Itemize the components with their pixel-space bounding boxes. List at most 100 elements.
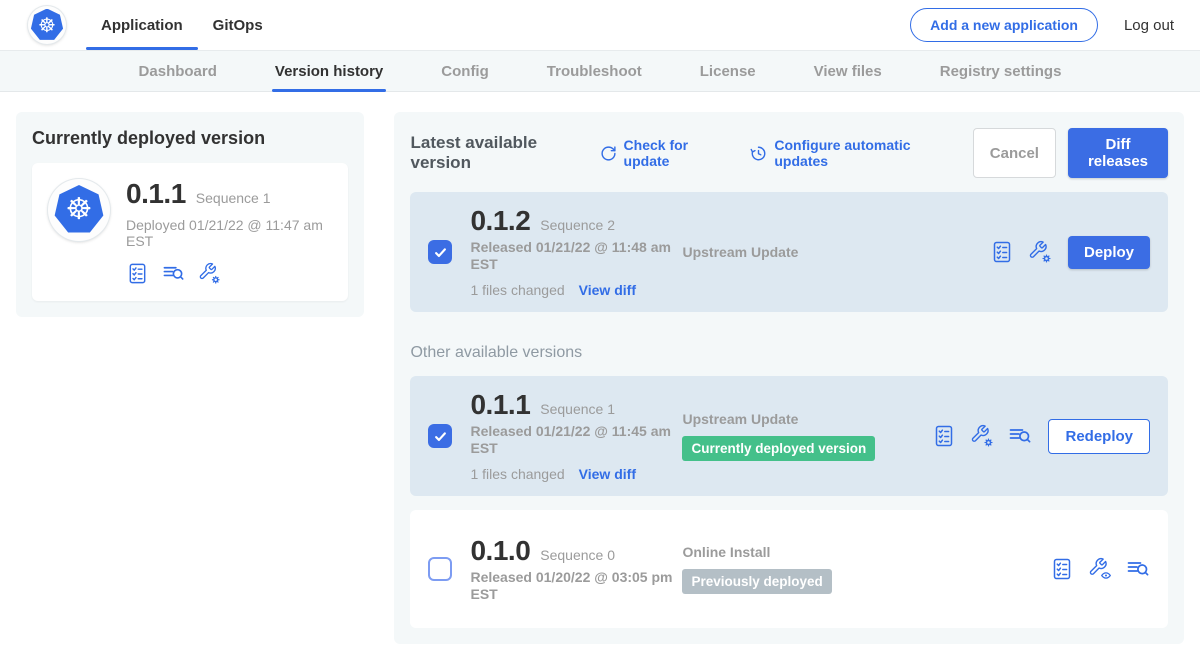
tab-dashboard-label: Dashboard [139,63,217,80]
tab-registry-settings-label: Registry settings [940,63,1062,80]
config-gear-icon[interactable] [198,262,221,285]
preflight-checks-icon[interactable] [1050,557,1074,581]
version-row: 0.1.2 Sequence 2 Released 01/21/22 @ 11:… [410,192,1168,312]
config-gear-icon[interactable] [970,424,994,448]
source-label: Upstream Update [682,244,932,260]
config-gear-icon[interactable] [1028,240,1052,264]
version-actions [990,240,1052,264]
main-content: Currently deployed version ☸ 0.1.1 Seque… [0,92,1200,664]
tab-troubleshoot[interactable]: Troubleshoot [544,51,645,91]
tab-application[interactable]: Application [86,0,198,50]
app-logo: ☸ [28,6,66,44]
view-diff-link[interactable]: View diff [579,282,636,298]
version-select-checkbox[interactable] [428,557,452,581]
tab-license-label: License [700,63,756,80]
version-source: Upstream Update [682,244,932,260]
released-timestamp: Released 01/20/22 @ 03:05 pm EST [470,569,682,603]
top-nav-tabs: Application GitOps [86,0,278,50]
other-versions-title: Other available versions [410,344,1168,362]
config-view-icon[interactable] [1088,557,1112,581]
sequence-label: Sequence 0 [540,547,615,563]
kubernetes-heptagon: ☸ [31,9,64,42]
currently-deployed-badge: Currently deployed version [682,436,875,461]
tab-gitops-label: GitOps [213,17,263,34]
tab-license[interactable]: License [697,51,759,91]
released-timestamp: Released 01/21/22 @ 11:45 am EST [470,423,682,457]
version-info: 0.1.2 Sequence 2 Released 01/21/22 @ 11:… [470,206,682,298]
version-select-checkbox[interactable] [428,424,452,448]
tab-config-label: Config [441,63,488,80]
preflight-checks-icon[interactable] [932,424,956,448]
tab-config[interactable]: Config [438,51,491,91]
refresh-icon [600,145,617,162]
version-info: 0.1.1 Sequence 1 Released 01/21/22 @ 11:… [470,390,682,482]
tab-application-label: Application [101,17,183,34]
version-number: 0.1.0 [470,536,530,566]
preflight-checks-icon[interactable] [990,240,1014,264]
configure-updates-label: Configure automatic updates [774,137,946,169]
deploy-logs-icon[interactable] [162,262,185,285]
tab-registry-settings[interactable]: Registry settings [937,51,1065,91]
latest-version-header: Latest available version Check for updat… [410,128,1168,178]
source-label: Upstream Update [682,411,932,427]
version-number: 0.1.2 [470,206,530,236]
check-for-update-label: Check for update [624,137,725,169]
source-label: Online Install [682,544,932,560]
version-source: Online Install Previously deployed [682,544,932,594]
previously-deployed-badge: Previously deployed [682,569,831,594]
deployed-version-card: ☸ 0.1.1 Sequence 1 Deployed 01/21/22 @ 1… [32,163,348,301]
app-sub-nav: Dashboard Version history Config Trouble… [0,50,1200,92]
deploy-logs-icon[interactable] [1008,424,1032,448]
kubernetes-heptagon: ☸ [54,185,104,235]
kubernetes-helm-wheel-icon: ☸ [66,195,93,225]
deployed-timestamp: Deployed 01/21/22 @ 11:47 am EST [126,217,332,249]
configure-automatic-updates-link[interactable]: Configure automatic updates [750,137,946,169]
version-info: 0.1.0 Sequence 0 Released 01/20/22 @ 03:… [470,536,682,603]
version-actions [932,424,1032,448]
deployed-sequence-label: Sequence 1 [196,190,271,206]
deploy-button[interactable]: Deploy [1068,236,1150,269]
logout-link[interactable]: Log out [1124,17,1174,34]
deployed-version-info: 0.1.1 Sequence 1 Deployed 01/21/22 @ 11:… [126,179,332,285]
tab-view-files[interactable]: View files [811,51,885,91]
tab-version-history-label: Version history [275,63,383,80]
files-changed-label: 1 files changed [470,466,564,482]
sequence-label: Sequence 1 [540,401,615,417]
released-timestamp: Released 01/21/22 @ 11:48 am EST [470,239,682,273]
version-row: 0.1.1 Sequence 1 Released 01/21/22 @ 11:… [410,376,1168,496]
tab-gitops[interactable]: GitOps [198,0,278,50]
app-icon: ☸ [48,179,110,241]
view-diff-link[interactable]: View diff [579,466,636,482]
files-changed-label: 1 files changed [470,282,564,298]
currently-deployed-panel: Currently deployed version ☸ 0.1.1 Seque… [16,112,364,317]
diff-releases-button[interactable]: Diff releases [1068,128,1168,178]
deployed-version-actions [126,262,332,285]
version-select-checkbox[interactable] [428,240,452,264]
redeploy-button[interactable]: Redeploy [1048,419,1150,454]
version-source: Upstream Update Currently deployed versi… [682,411,932,461]
top-nav: ☸ Application GitOps Add a new applicati… [0,0,1200,50]
version-number: 0.1.1 [470,390,530,420]
latest-version-title: Latest available version [410,133,583,173]
deployed-version-number: 0.1.1 [126,179,186,209]
tab-view-files-label: View files [814,63,882,80]
tab-dashboard[interactable]: Dashboard [136,51,220,91]
sequence-label: Sequence 2 [540,217,615,233]
tab-troubleshoot-label: Troubleshoot [547,63,642,80]
version-history-panel: Latest available version Check for updat… [394,112,1184,644]
version-actions [1050,557,1150,581]
add-application-button[interactable]: Add a new application [910,8,1098,42]
version-row: 0.1.0 Sequence 0 Released 01/20/22 @ 03:… [410,510,1168,628]
schedule-icon [750,145,767,162]
preflight-checks-icon[interactable] [126,262,149,285]
check-for-update-link[interactable]: Check for update [600,137,725,169]
cancel-button[interactable]: Cancel [973,128,1056,178]
diff-actions: Cancel Diff releases [973,128,1168,178]
top-nav-right: Add a new application Log out [910,8,1174,42]
kubernetes-helm-wheel-icon: ☸ [38,15,56,35]
tab-version-history[interactable]: Version history [272,51,386,91]
currently-deployed-title: Currently deployed version [32,128,348,149]
deploy-logs-icon[interactable] [1126,557,1150,581]
check-icon [433,429,448,444]
check-icon [433,245,448,260]
